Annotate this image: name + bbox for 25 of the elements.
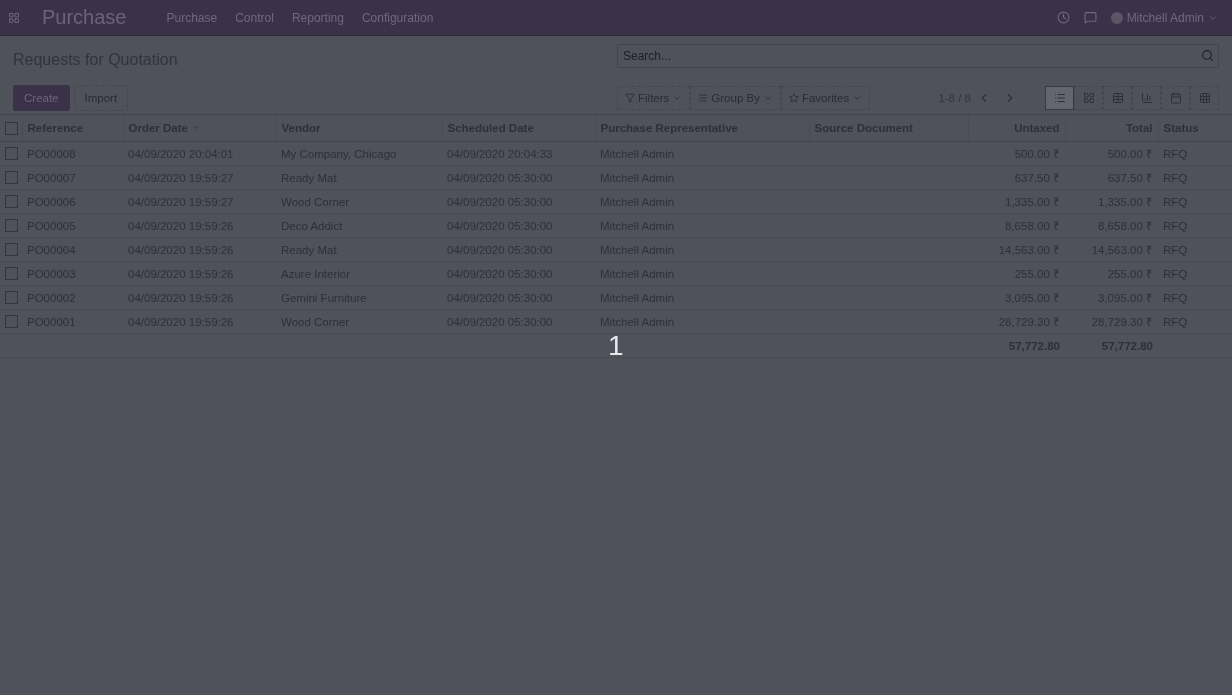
star-icon [788,92,799,103]
calendar-icon [1169,91,1182,104]
pivot-view-button[interactable] [1103,85,1132,110]
calendar-view-button[interactable] [1161,85,1190,110]
kanban-icon [1082,91,1095,104]
graph-icon [1140,91,1153,104]
chat-icon[interactable] [1083,11,1097,24]
row-checkbox[interactable] [5,267,18,281]
sort-caret-icon [190,123,200,132]
filter-icon [625,92,635,103]
apps-menu-icon[interactable] [8,11,20,24]
row-checkbox[interactable] [5,171,18,185]
row-checkbox[interactable] [5,147,18,161]
row-checkbox[interactable] [5,243,18,257]
list-icon [1053,91,1066,104]
kanban-view-button[interactable] [1074,85,1103,110]
list-view-button[interactable] [1045,85,1074,110]
row-checkbox[interactable] [5,315,18,329]
row-checkbox[interactable] [5,219,18,233]
row-checkbox[interactable] [5,291,18,305]
search-icon[interactable] [1201,49,1214,62]
row-checkbox[interactable] [5,195,18,209]
select-all-checkbox[interactable] [5,121,18,135]
activity-view-button[interactable] [1190,85,1219,110]
graph-view-button[interactable] [1132,85,1161,110]
